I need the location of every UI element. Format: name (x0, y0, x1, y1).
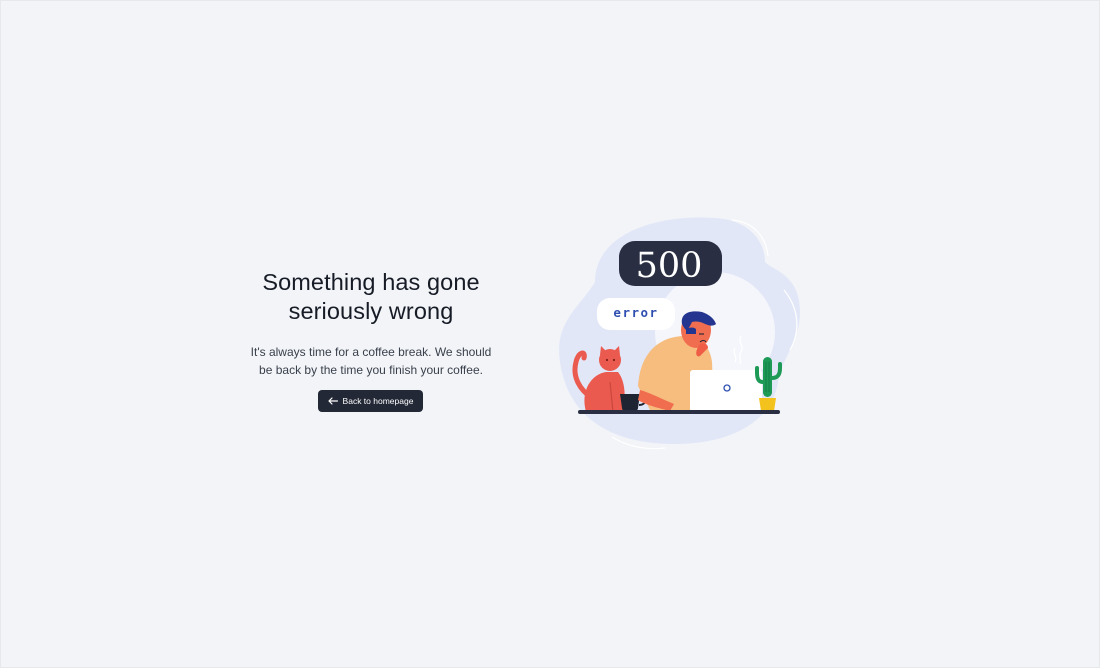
headline-line-2: seriously wrong (288, 298, 454, 324)
error-message-block: Something has gone seriously wrong It's … (236, 268, 506, 379)
error-code-bubble: 500 (619, 241, 722, 286)
error-label-text: error (613, 305, 658, 320)
laptop-illustration (690, 370, 762, 412)
arrow-left-icon (327, 397, 338, 405)
description-line-2: be back by the time you finish your coff… (259, 363, 483, 377)
desk-line (578, 410, 780, 414)
headline-line-1: Something has gone (262, 269, 480, 295)
page-title: Something has gone seriously wrong (236, 268, 506, 326)
error-label-bubble: error (597, 298, 675, 330)
error-code-text: 500 (636, 246, 703, 286)
back-to-homepage-button[interactable]: Back to homepage (318, 390, 423, 412)
back-to-homepage-label: Back to homepage (342, 396, 414, 406)
error-description: It's always time for a coffee break. We … (236, 343, 506, 379)
description-line-1: It's always time for a coffee break. We … (250, 345, 492, 359)
server-error-illustration: 500 error (550, 212, 810, 452)
